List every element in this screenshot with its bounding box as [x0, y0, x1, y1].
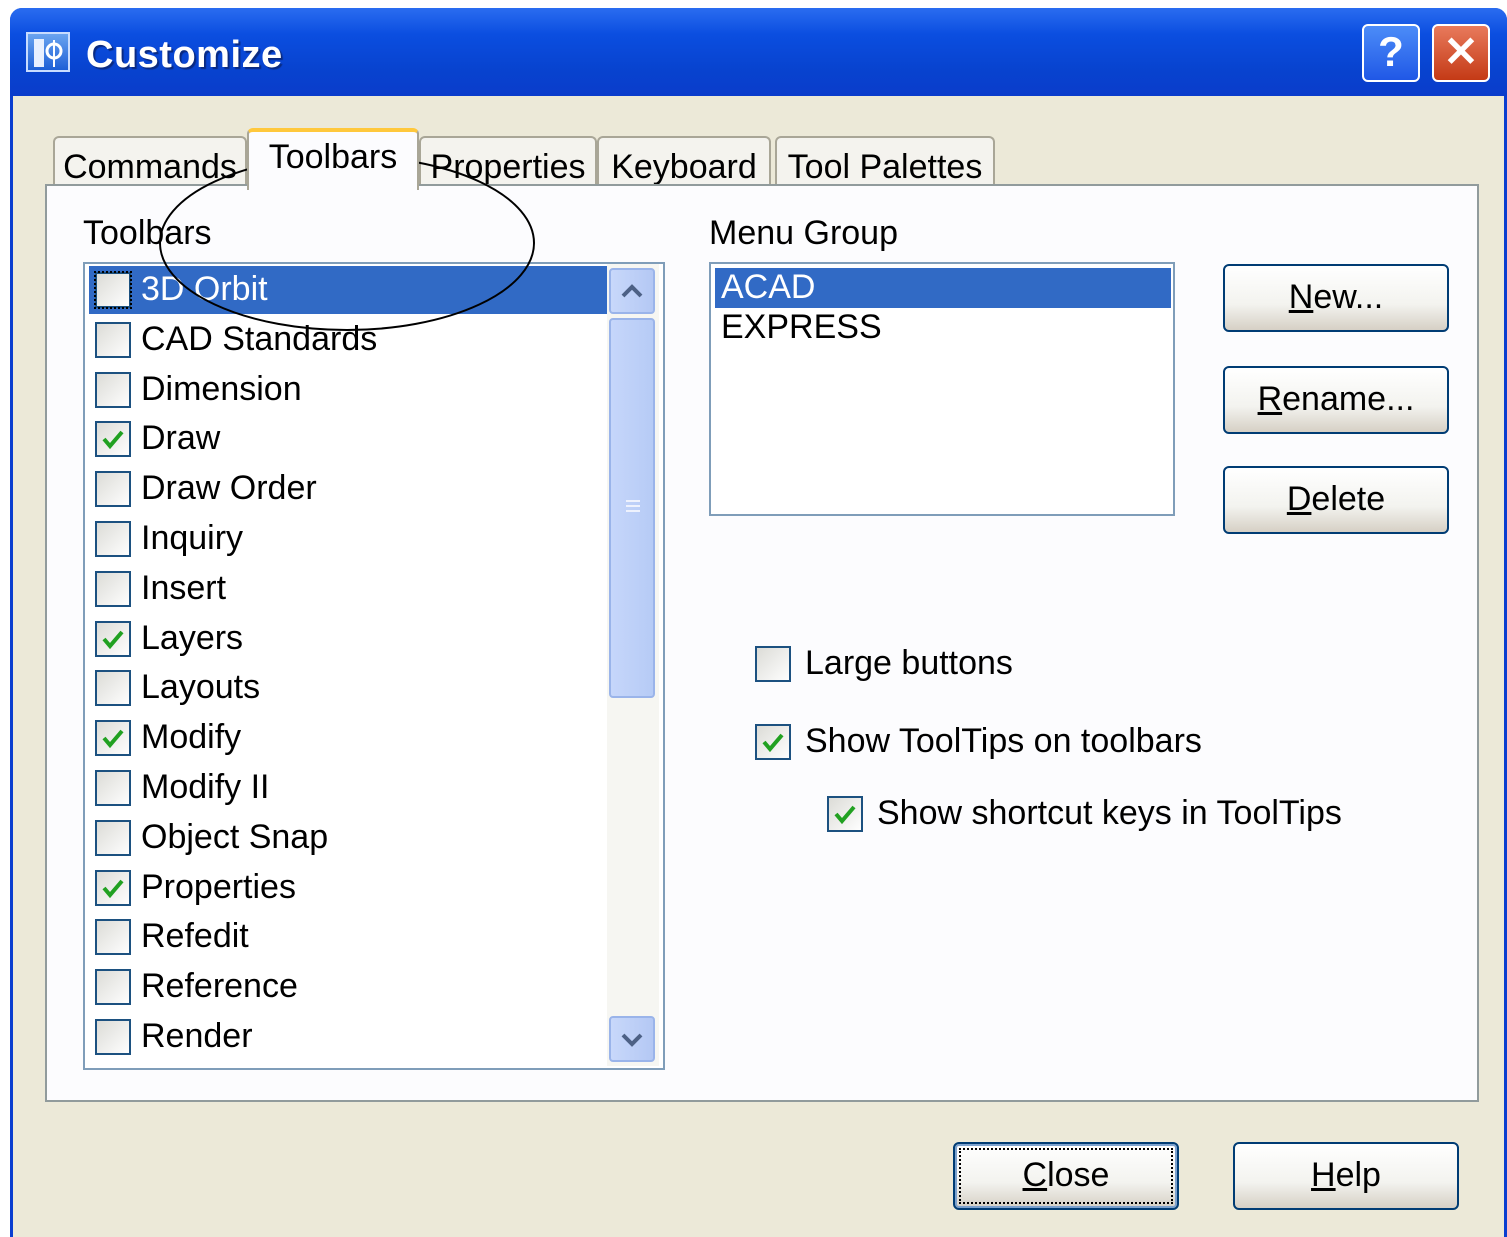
toolbar-checkbox[interactable] [95, 819, 131, 856]
toolbar-checkbox[interactable] [95, 720, 131, 757]
toolbar-list-item[interactable]: Modify [89, 714, 607, 762]
chevron-down-icon [621, 1033, 643, 1047]
toolbar-item-label: Insert [141, 568, 227, 607]
toolbar-item-label: Modify [141, 718, 242, 757]
checkmark-icon [102, 630, 124, 649]
tab-label: Tool Palettes [787, 148, 983, 186]
tab-tool-palettes[interactable]: Tool Palettes [775, 136, 995, 188]
toolbar-item-label: Layouts [141, 668, 261, 707]
checkmark-icon [102, 879, 124, 898]
toolbar-checkbox[interactable] [95, 620, 131, 657]
toolbar-item-label: Render [141, 1017, 253, 1055]
help-button[interactable]: Help [1233, 1142, 1459, 1210]
toolbar-item-label: Dimension [141, 369, 302, 408]
menu-group-label: Menu Group [709, 214, 898, 252]
show-shortcut-keys-checkbox[interactable] [827, 796, 863, 832]
toolbar-checkbox[interactable] [95, 570, 131, 607]
toolbar-checkbox[interactable] [95, 421, 131, 458]
toolbar-checkbox[interactable] [95, 770, 131, 806]
checkmark-icon [102, 431, 124, 450]
toolbar-list-item[interactable]: Dimension [89, 366, 607, 414]
menu-group-list[interactable]: ACAD EXPRESS [709, 262, 1175, 516]
toolbar-checkbox[interactable] [95, 969, 131, 1006]
rename-button-label: ename... [1282, 380, 1415, 418]
scroll-thumb[interactable] [609, 318, 655, 698]
tab-keyboard[interactable]: Keyboard [597, 136, 771, 188]
dialog-body: Commands Toolbars Properties Keyboard To… [13, 96, 1504, 1237]
toolbar-checkbox[interactable] [95, 521, 131, 557]
toolbar-list-item[interactable]: Layers [89, 615, 607, 663]
delete-button-label: elete [1311, 480, 1386, 518]
toolbar-list-item[interactable]: Render [89, 1013, 607, 1061]
scroll-up-button[interactable] [609, 268, 655, 314]
tab-label: Keyboard [611, 148, 757, 186]
toolbar-item-label: Reference [141, 967, 298, 1006]
toolbar-list-item[interactable]: Reference [89, 963, 607, 1011]
toolbar-item-label: Inquiry [141, 519, 244, 557]
toolbar-list-item[interactable]: Modify II [89, 764, 607, 812]
toolbar-item-label: Modify II [141, 768, 270, 806]
chevron-up-icon [621, 284, 643, 298]
toolbar-checkbox[interactable] [95, 471, 131, 508]
toolbar-item-label: Refedit [141, 917, 249, 956]
show-shortcut-keys-label: Show shortcut keys in ToolTips [877, 794, 1342, 832]
toolbar-checkbox[interactable] [95, 321, 131, 358]
app-icon [26, 32, 70, 72]
toolbar-list-item[interactable]: Draw [89, 415, 607, 463]
toolbars-scrollbar[interactable] [607, 264, 659, 1066]
toolbar-checkbox[interactable] [95, 919, 131, 956]
checkmark-icon [762, 733, 784, 753]
toolbar-list-item[interactable]: Layouts [89, 664, 607, 712]
toolbar-checkbox[interactable] [95, 1019, 131, 1055]
toolbar-checkbox[interactable] [95, 371, 131, 408]
toolbar-list-item[interactable]: Refedit [89, 913, 607, 961]
window-title: Customize [86, 34, 283, 76]
menu-group-item-acad[interactable]: ACAD [715, 268, 1171, 308]
checkmark-icon [834, 805, 856, 825]
toolbar-list-item[interactable]: Properties [89, 864, 607, 912]
tab-toolbars[interactable]: Toolbars [247, 128, 419, 190]
help-title-button[interactable]: ? [1362, 24, 1420, 82]
toolbar-item-label: Object Snap [141, 817, 329, 856]
focus-rect [959, 1148, 1173, 1204]
close-button[interactable]: Close [953, 1142, 1179, 1210]
new-button[interactable]: New... [1223, 264, 1449, 332]
delete-button[interactable]: Delete [1223, 466, 1449, 534]
grip-icon [626, 500, 640, 512]
show-tooltips-label: Show ToolTips on toolbars [805, 722, 1202, 760]
large-buttons-label: Large buttons [805, 644, 1013, 682]
toolbar-list-item[interactable]: Draw Order [89, 465, 607, 513]
toolbar-checkbox[interactable] [94, 271, 132, 309]
toolbars-list[interactable]: 3D Orbit CAD Standards Dimension Draw Draw O… [83, 262, 665, 1070]
close-title-button[interactable]: ✕ [1432, 24, 1490, 82]
menu-group-item-express[interactable]: EXPRESS [715, 308, 1171, 348]
toolbar-item-label: Layers [141, 618, 244, 657]
question-icon: ? [1378, 28, 1404, 75]
show-tooltips-checkbox[interactable] [755, 724, 791, 760]
toolbar-list-item[interactable]: Inquiry [89, 515, 607, 563]
toolbar-list-item[interactable]: Insert [89, 565, 607, 613]
toolbar-item-label: Properties [141, 867, 296, 906]
scroll-down-button[interactable] [609, 1016, 655, 1062]
toolbar-item-label: Draw Order [141, 469, 317, 508]
title-bar[interactable]: Customize ? ✕ [10, 8, 1507, 96]
large-buttons-checkbox[interactable] [755, 646, 791, 682]
toolbar-checkbox[interactable] [95, 869, 131, 906]
checkmark-icon [102, 729, 124, 749]
customize-window: Customize ? ✕ Commands Toolbars Properti… [10, 8, 1507, 1237]
tab-label: Toolbars [268, 138, 398, 176]
close-icon: ✕ [1443, 28, 1479, 75]
toolbar-checkbox[interactable] [95, 670, 131, 707]
rename-button[interactable]: Rename... [1223, 366, 1449, 434]
toolbar-item-label: Draw [141, 419, 221, 458]
help-button-label: elp [1335, 1156, 1381, 1194]
new-button-label: ew... [1313, 278, 1384, 316]
toolbar-list-item[interactable]: Object Snap [89, 814, 607, 862]
